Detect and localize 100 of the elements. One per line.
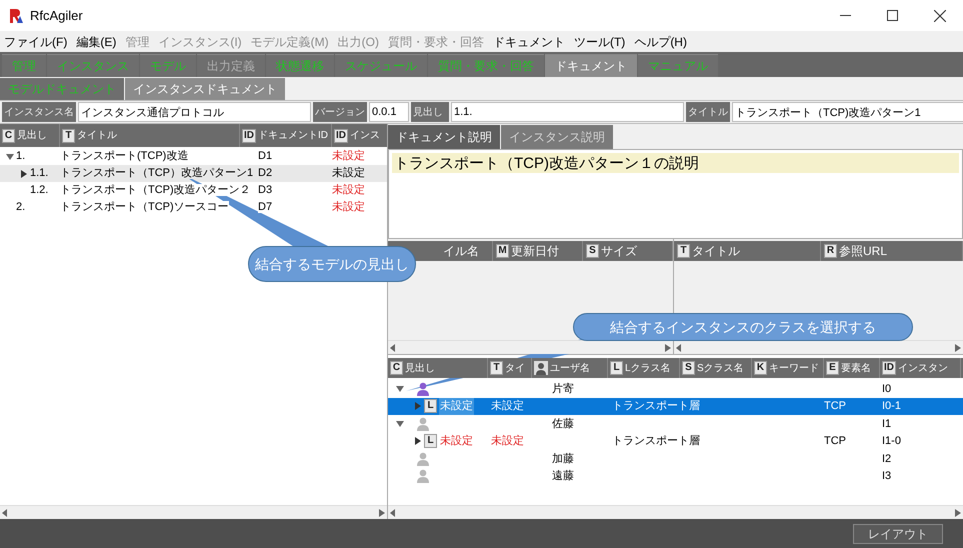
column-header[interactable]: Lクラス名 [625, 360, 671, 376]
text-field[interactable]: トランスポート（TCP)改造パターン1 [732, 102, 963, 122]
column-icon: ID [334, 128, 348, 142]
scroll-left-icon[interactable] [390, 344, 396, 352]
column-icon: S [682, 361, 695, 375]
callout: 結合するモデルの見出し [248, 246, 416, 282]
callout: 結合するインスタンスのクラスを選択する [573, 313, 913, 341]
description-text: トランスポート（TCP)改造パターン１の説明 [392, 153, 959, 173]
scroll-right-icon[interactable] [379, 508, 385, 516]
scroll-left-icon[interactable] [676, 344, 682, 352]
expanded-caret-icon[interactable] [396, 420, 404, 427]
field-label: 見出し [411, 102, 449, 122]
scroll-right-icon[interactable] [665, 344, 671, 352]
expanded-caret-icon[interactable] [396, 386, 404, 392]
tree-row[interactable]: L 未設定 未設定 トランスポート層 TCP I0-1 [388, 398, 963, 415]
column-icon: L [424, 434, 437, 448]
instance-id: I1-0 [881, 434, 901, 449]
description-area[interactable]: トランスポート（TCP)改造パターン１の説明 [388, 149, 963, 239]
collapsed-caret-icon[interactable] [21, 170, 27, 178]
column-icon: T [490, 361, 503, 375]
text-field[interactable]: 0.0.1 [369, 102, 409, 122]
column-icon: L [610, 361, 623, 375]
instance-id: I0-1 [881, 399, 901, 414]
instance-id: I0 [881, 382, 892, 396]
column-header[interactable]: 要素名 [841, 360, 871, 376]
column-header[interactable]: 見出し [17, 128, 47, 143]
column-header[interactable]: タイトル [692, 242, 740, 260]
close-icon[interactable] [934, 10, 946, 22]
user-name: 遠藤 [552, 468, 575, 484]
class-name: トランスポート層 [612, 399, 701, 414]
scroll-right-icon[interactable] [955, 344, 961, 352]
column-icon: R [824, 244, 837, 258]
column-header[interactable]: サイズ [601, 242, 637, 260]
column-icon: ID [242, 128, 256, 142]
window-title: RfcAgiler [30, 6, 83, 25]
instance-id: I1 [881, 416, 892, 432]
expanded-caret-icon[interactable] [6, 154, 14, 160]
description-tab[interactable]: ドキュメント説明 [388, 125, 500, 149]
horizontal-scrollbar[interactable] [674, 340, 963, 354]
column-header[interactable]: タイトル [77, 128, 117, 143]
class-name: トランスポート層 [612, 434, 701, 449]
column-icon: K [754, 361, 767, 375]
horizontal-scrollbar[interactable] [0, 505, 387, 519]
text-field[interactable]: インスタンス通信プロトコル [78, 102, 311, 122]
tree-row[interactable]: L 未設定 未設定 トランスポート層 TCP I1-0 [388, 432, 963, 450]
column-header[interactable]: Sクラス名 [697, 360, 744, 376]
instance-id: I3 [881, 469, 892, 484]
document-id: D3 [258, 184, 272, 196]
menu-item[interactable]: ツール(T) [574, 32, 626, 50]
element-name: TCP [824, 399, 847, 414]
column-header[interactable]: イル名 [443, 242, 479, 260]
column-icon: ID [882, 361, 896, 375]
column-header[interactable]: 参照URL [839, 242, 888, 260]
column-icon: C [2, 128, 15, 142]
horizontal-scrollbar[interactable] [388, 505, 963, 519]
description-tab[interactable]: インスタンス説明 [501, 125, 613, 149]
app-logo-icon [8, 8, 24, 24]
scroll-left-icon[interactable] [2, 508, 8, 516]
title-text: 未設定 [490, 434, 525, 449]
heading-text: 未設定 [439, 434, 474, 449]
field-label: インスタンス名 [2, 102, 76, 122]
collapsed-caret-icon[interactable] [415, 437, 421, 446]
menu-item[interactable]: ドキュメント [492, 32, 565, 50]
element-name: TCP [824, 434, 847, 449]
main-tab[interactable]: ドキュメント [545, 54, 637, 77]
tree-row[interactable]: 遠藤 I3 [388, 468, 963, 485]
tree-row[interactable]: 1.1. トランスポート（TCP）改造パターン1 D2 未設定 [0, 165, 387, 182]
field-label: バージョン [313, 102, 367, 122]
column-header[interactable]: ドキュメントID [258, 128, 328, 143]
column-header[interactable]: 見出し [405, 360, 435, 376]
maximize-icon[interactable] [887, 10, 898, 21]
column-icon: C [390, 361, 403, 375]
user-name: 加藤 [552, 452, 575, 466]
menu-item[interactable]: ファイル(F) [4, 32, 68, 50]
column-header[interactable]: ユーザ名 [550, 360, 590, 376]
sub-tab[interactable]: インスタンスドキュメント [125, 78, 285, 100]
column-header[interactable]: キーワード [769, 360, 819, 376]
column-header[interactable]: インスタン [898, 360, 948, 376]
tree-row[interactable]: 片寄 I0 [388, 380, 963, 398]
document-id: D7 [258, 201, 272, 214]
tree-row[interactable]: 加藤 I2 [388, 450, 963, 468]
field-label: タイトル [686, 102, 730, 122]
text-field[interactable]: 1.1. [451, 102, 684, 122]
user-name: 片寄 [552, 382, 575, 396]
column-icon: M [496, 244, 509, 258]
layout-button[interactable]: レイアウト [853, 524, 943, 544]
menu-item[interactable]: ヘルプ(H) [634, 32, 687, 50]
scroll-left-icon[interactable] [390, 508, 396, 516]
scroll-right-icon[interactable] [955, 508, 961, 516]
menu-item[interactable]: 編集(E) [76, 32, 116, 50]
column-icon: E [826, 361, 839, 375]
column-header[interactable]: インス [350, 128, 380, 143]
horizontal-scrollbar[interactable] [388, 340, 673, 354]
heading-text: 未設定 [439, 398, 474, 414]
column-icon: S [586, 244, 599, 258]
column-header[interactable]: 更新日付 [511, 242, 559, 260]
person-icon [534, 361, 548, 375]
column-icon: T [62, 128, 75, 142]
tree-row[interactable]: 佐藤 I1 [388, 415, 963, 432]
column-header[interactable]: タイ [505, 360, 525, 376]
